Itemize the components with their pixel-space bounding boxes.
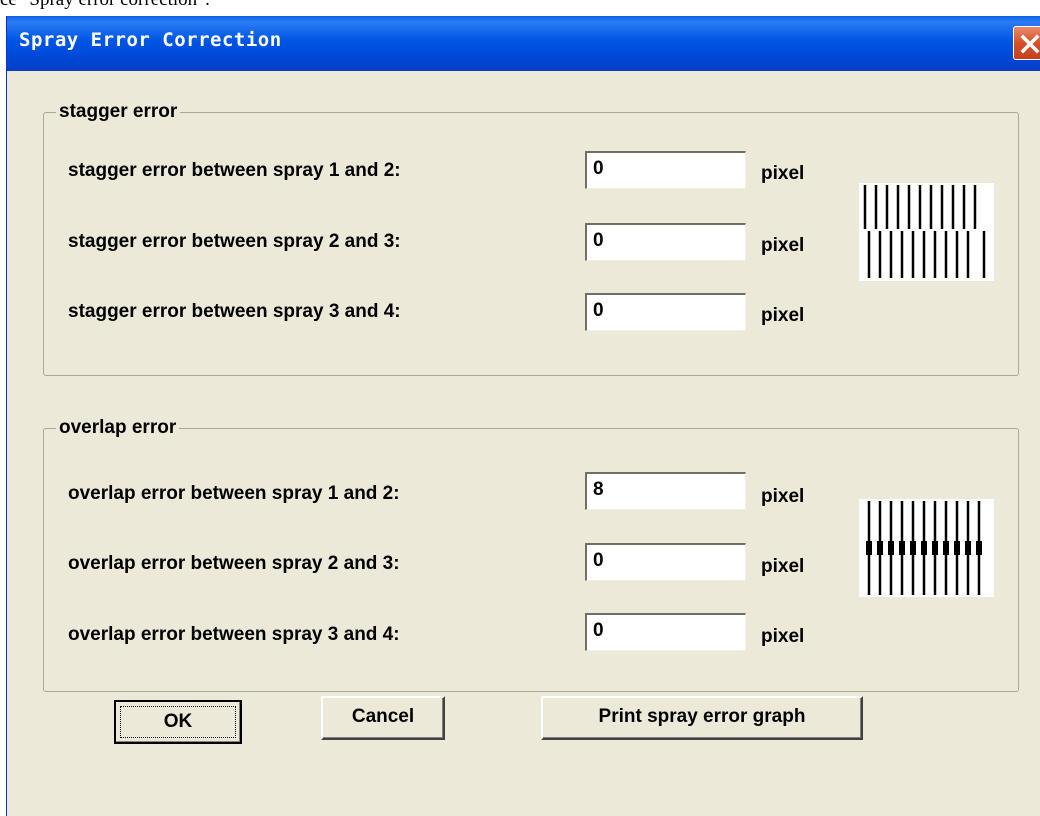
stagger-error-legend: stagger error — [56, 101, 181, 123]
stagger-1-2-input[interactable]: 0 — [585, 151, 746, 189]
overlap-3-4-label: overlap error between spray 3 and 4: — [68, 624, 400, 645]
overlap-2-3-input[interactable]: 0 — [585, 543, 746, 581]
overlap-1-2-input[interactable]: 8 — [585, 472, 746, 510]
stagger-error-group: stagger error stagger error between spra… — [43, 101, 1019, 376]
overlap-1-2-label: overlap error between spray 1 and 2: — [68, 483, 400, 504]
stagger-pattern-icon — [859, 183, 994, 281]
close-icon — [1020, 34, 1040, 54]
stagger-3-4-input[interactable]: 0 — [585, 293, 746, 331]
close-button[interactable] — [1013, 26, 1040, 60]
overlap-2-3-unit: pixel — [761, 556, 805, 577]
overlap-2-3-label: overlap error between spray 2 and 3: — [68, 553, 400, 574]
dialog-title: Spray Error Correction — [19, 29, 282, 51]
overlap-3-4-input[interactable]: 0 — [585, 613, 746, 651]
title-bar[interactable]: Spray Error Correction — [7, 16, 1040, 71]
stagger-3-4-unit: pixel — [761, 305, 805, 326]
stagger-2-3-label: stagger error between spray 2 and 3: — [68, 231, 401, 252]
stagger-2-3-unit: pixel — [761, 235, 805, 256]
ok-button-label: OK — [120, 706, 236, 738]
stagger-2-3-input[interactable]: 0 — [585, 223, 746, 261]
overlap-3-4-unit: pixel — [761, 626, 805, 647]
overlap-pattern-icon — [859, 499, 994, 597]
overlap-1-2-unit: pixel — [761, 486, 805, 507]
spray-error-correction-dialog: Spray Error Correction stagger error sta… — [6, 16, 1040, 816]
cancel-button[interactable]: Cancel — [321, 696, 445, 740]
document-text-fragment: ce "Spray error correction": — [0, 0, 210, 11]
overlap-error-group: overlap error overlap error between spra… — [43, 417, 1019, 692]
ok-button[interactable]: OK — [114, 700, 242, 744]
stagger-1-2-label: stagger error between spray 1 and 2: — [68, 160, 401, 181]
stagger-1-2-unit: pixel — [761, 163, 805, 184]
stagger-3-4-label: stagger error between spray 3 and 4: — [68, 301, 401, 322]
overlap-error-legend: overlap error — [56, 417, 180, 439]
print-spray-error-graph-button[interactable]: Print spray error graph — [541, 696, 863, 740]
